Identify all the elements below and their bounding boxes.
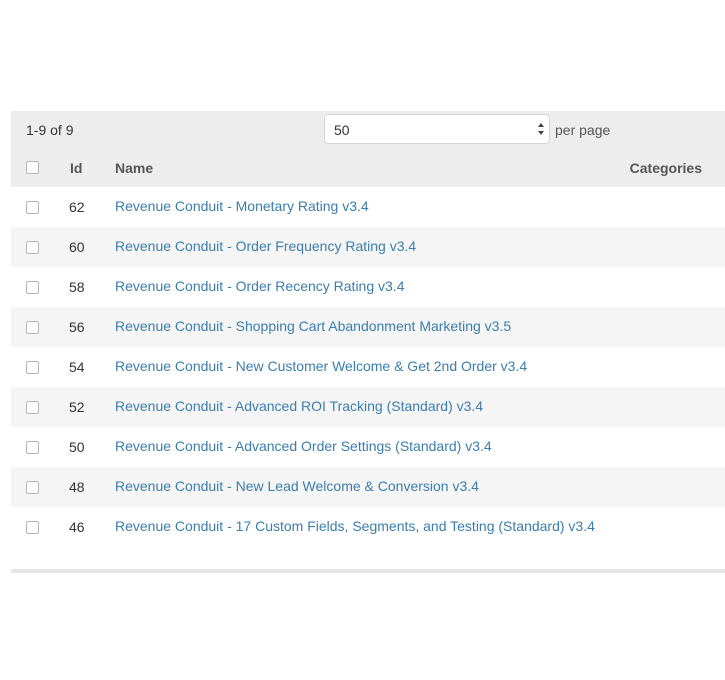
row-id: 50 <box>69 439 85 455</box>
up-down-chevron-icon <box>538 123 544 135</box>
table-row: 50 Revenue Conduit - Advanced Order Sett… <box>11 427 725 467</box>
row-checkbox[interactable] <box>26 521 39 534</box>
column-header-id[interactable]: Id <box>70 160 82 176</box>
table-row: 54 Revenue Conduit - New Customer Welcom… <box>11 347 725 387</box>
row-id: 58 <box>69 279 85 295</box>
per-page-select[interactable]: 50 <box>324 114 550 144</box>
row-name-link[interactable]: Revenue Conduit - New Customer Welcome &… <box>115 356 595 376</box>
row-id: 56 <box>69 319 85 335</box>
pagination-toolbar: 1-9 of 9 50 per page <box>11 111 725 149</box>
row-id: 60 <box>69 239 85 255</box>
table-row: 60 Revenue Conduit - Order Frequency Rat… <box>11 227 725 267</box>
row-name-link[interactable]: Revenue Conduit - New Lead Welcome & Con… <box>115 476 595 496</box>
row-id: 48 <box>69 479 85 495</box>
table-footer-divider <box>11 569 725 573</box>
per-page-label: per page <box>555 122 611 138</box>
results-panel: 1-9 of 9 50 per page Id Name Categories … <box>11 111 725 573</box>
table-row: 46 Revenue Conduit - 17 Custom Fields, S… <box>11 507 725 569</box>
table-row: 52 Revenue Conduit - Advanced ROI Tracki… <box>11 387 725 427</box>
row-checkbox[interactable] <box>26 241 39 254</box>
row-checkbox[interactable] <box>26 481 39 494</box>
row-name-link[interactable]: Revenue Conduit - Advanced Order Setting… <box>115 436 595 456</box>
table-header: Id Name Categories <box>11 149 725 187</box>
column-header-categories[interactable]: Categories <box>630 160 702 176</box>
row-checkbox[interactable] <box>26 281 39 294</box>
row-name-link[interactable]: Revenue Conduit - Monetary Rating v3.4 <box>115 196 595 216</box>
row-checkbox[interactable] <box>26 361 39 374</box>
table-row: 62 Revenue Conduit - Monetary Rating v3.… <box>11 187 725 227</box>
select-all-checkbox[interactable] <box>26 161 39 174</box>
results-count: 1-9 of 9 <box>26 122 74 138</box>
row-name-link[interactable]: Revenue Conduit - Shopping Cart Abandonm… <box>115 316 595 336</box>
row-id: 52 <box>69 399 85 415</box>
table-row: 48 Revenue Conduit - New Lead Welcome & … <box>11 467 725 507</box>
row-name-link[interactable]: Revenue Conduit - Advanced ROI Tracking … <box>115 396 595 416</box>
row-checkbox[interactable] <box>26 401 39 414</box>
row-id: 46 <box>69 519 85 535</box>
row-checkbox[interactable] <box>26 321 39 334</box>
row-checkbox[interactable] <box>26 201 39 214</box>
row-id: 62 <box>69 199 85 215</box>
row-id: 54 <box>69 359 85 375</box>
table-row: 58 Revenue Conduit - Order Recency Ratin… <box>11 267 725 307</box>
row-name-link[interactable]: Revenue Conduit - 17 Custom Fields, Segm… <box>115 516 595 536</box>
table-row: 56 Revenue Conduit - Shopping Cart Aband… <box>11 307 725 347</box>
row-name-link[interactable]: Revenue Conduit - Order Frequency Rating… <box>115 236 595 256</box>
per-page-value: 50 <box>334 122 350 138</box>
row-checkbox[interactable] <box>26 441 39 454</box>
row-name-link[interactable]: Revenue Conduit - Order Recency Rating v… <box>115 276 595 296</box>
column-header-name[interactable]: Name <box>115 160 153 176</box>
